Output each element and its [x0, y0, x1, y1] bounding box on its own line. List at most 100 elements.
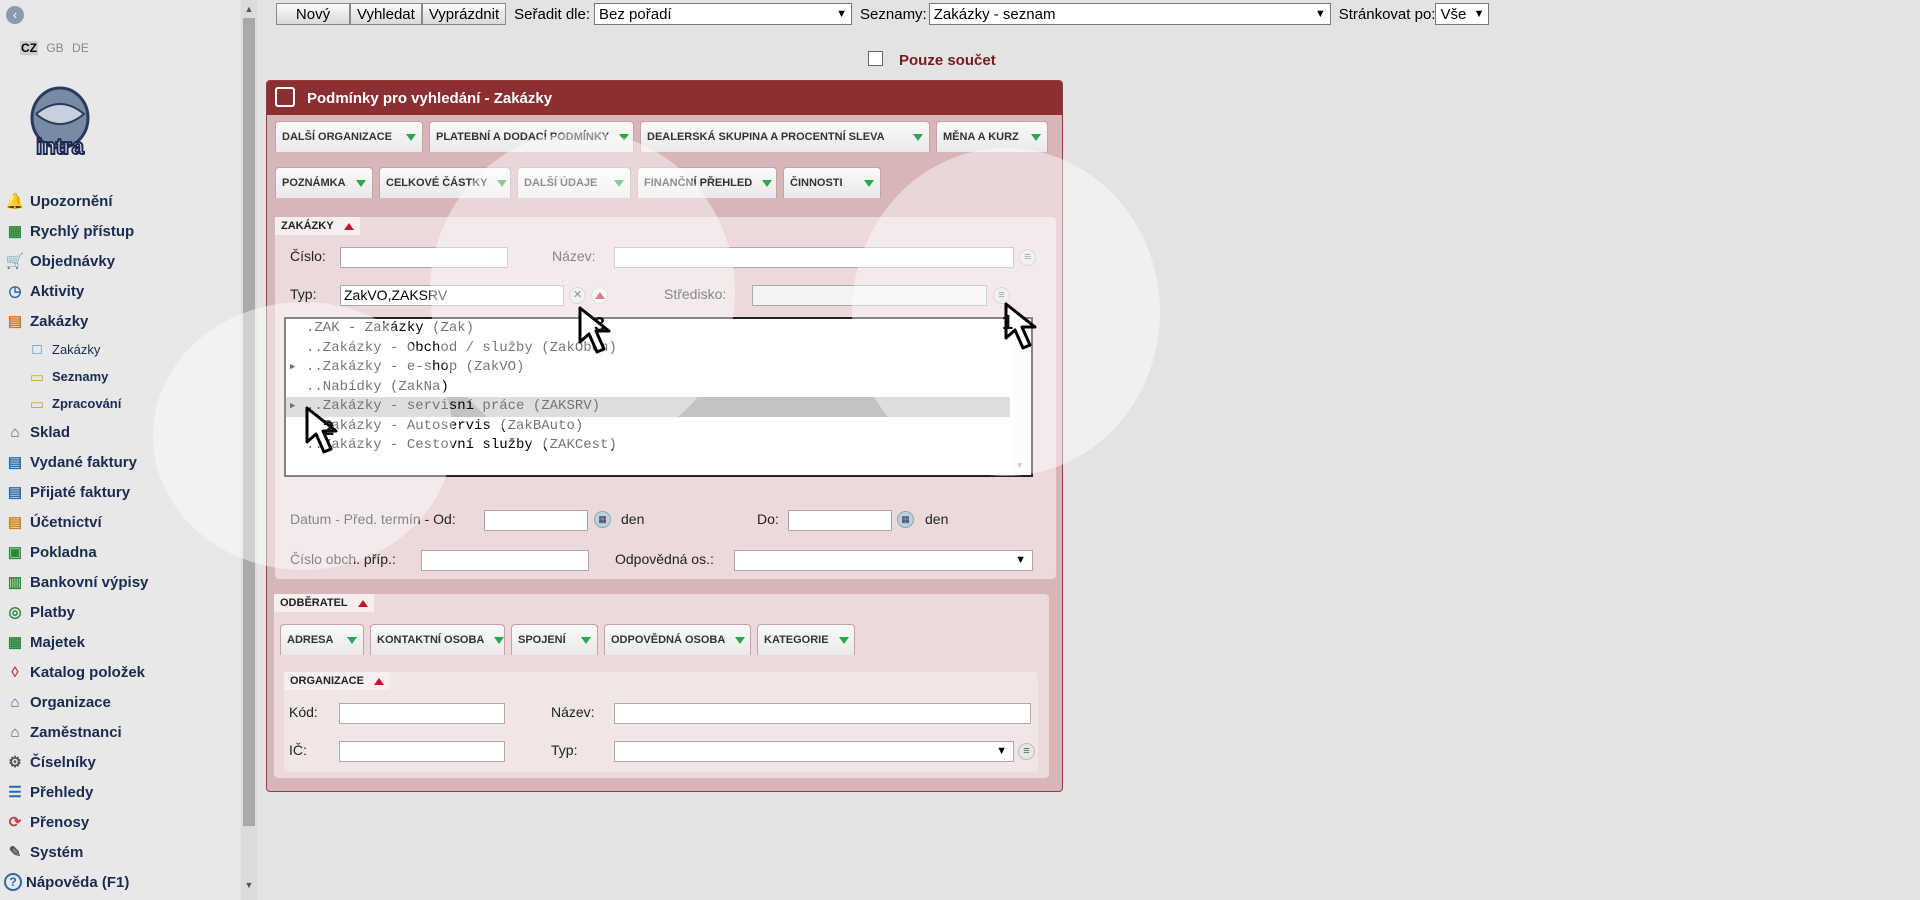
sync-icon: ⟳ — [8, 814, 22, 831]
scroll-down-icon[interactable]: ▼ — [244, 880, 254, 890]
dropdown-triangle-icon — [864, 179, 874, 187]
sidebar-item-label: Číselníky — [30, 753, 96, 771]
tab-tabs1-3[interactable]: MĚNA A KURZ — [936, 121, 1048, 152]
sidebar-item-19[interactable]: ⚙ Číselníky — [4, 747, 240, 777]
tab-tabs2-4[interactable]: ČINNOSTI — [783, 167, 881, 198]
sort-select[interactable]: Bez pořadí ▼ — [594, 3, 853, 25]
tab-label: KONTAKTNÍ OSOBA — [377, 634, 485, 646]
back-arrow-icon[interactable]: ‹ — [6, 6, 24, 24]
sidebar-item-17[interactable]: ⌂ Organizace — [4, 687, 240, 717]
tab-label: SPOJENÍ — [518, 634, 566, 646]
lists-select[interactable]: Zakázky - seznam ▼ — [928, 3, 1331, 25]
panel-header: Podmínky pro vyhledání - Zakázky — [267, 81, 1062, 115]
sidebar-item-21[interactable]: ⟳ Přenosy — [4, 807, 240, 837]
org-typ-select[interactable]: ▼ — [614, 741, 1014, 762]
sidebar-item-12[interactable]: ▣ Pokladna — [4, 537, 240, 567]
tab-label: ČINNOSTI — [790, 177, 843, 189]
sidebar-item-label: Zakázky — [30, 312, 89, 330]
sidebar-item-18[interactable]: ⌂ Zaměstnanci — [4, 717, 240, 747]
odpovedna-select[interactable]: ▼ — [734, 550, 1033, 571]
sidebar-item-0[interactable]: 🔔 Upozornění — [4, 186, 240, 216]
callout-cursor-1: 1 — [1002, 300, 1046, 352]
sidebar-item-13[interactable]: ▥ Bankovní výpisy — [4, 567, 240, 597]
tab-tabs3-0[interactable]: ADRESA — [280, 624, 364, 655]
odpovedna-label: Odpovědná os.: — [615, 551, 714, 567]
sidebar-item-label: Bankovní výpisy — [30, 573, 149, 591]
tab-tabs3-2[interactable]: SPOJENÍ — [511, 624, 598, 655]
cislo-obch-input[interactable] — [421, 550, 589, 571]
lists-value: Zakázky - seznam — [933, 5, 1056, 23]
sidebar-item-23[interactable]: ? Nápověda (F1) — [4, 867, 240, 897]
sidebar-item-1[interactable]: ▦ Rychlý přístup — [4, 216, 240, 246]
paging-select[interactable]: Vše ▼ — [1435, 3, 1490, 25]
tab-label: MĚNA A KURZ — [943, 131, 1019, 143]
toolbar: Nový Vyhledat Vyprázdnit Seřadit dle: Be… — [276, 3, 1490, 25]
sidebar-item-label: Katalog položek — [30, 663, 146, 681]
square-icon: □ — [32, 341, 42, 358]
sidebar-item-label: Přenosy — [30, 813, 90, 831]
menu-lines-icon[interactable]: ≡ — [1018, 743, 1035, 760]
search-panel-icon — [275, 87, 295, 107]
main-navigation: 🔔 Upozornění ▦ Rychlý přístup 🛒 Objednávky ◷ Ak… — [4, 186, 240, 897]
scroll-up-icon[interactable]: ▲ — [244, 4, 254, 14]
dropdown-triangle-icon — [494, 636, 505, 644]
tab-tabs2-0[interactable]: POZNÁMKA — [275, 167, 373, 198]
tab-tabs1-0[interactable]: DALŠÍ ORGANIZACE — [275, 121, 423, 152]
calendar-icon[interactable]: ▦ — [897, 511, 914, 528]
org-nazev-label: Název: — [551, 704, 595, 720]
sidebar-item-22[interactable]: ✎ Systém — [4, 837, 240, 867]
ic-input[interactable] — [339, 741, 505, 762]
datum-to-input[interactable] — [788, 510, 892, 531]
sidebar-item-15[interactable]: ▦ Majetek — [4, 627, 240, 657]
dropdown-triangle-icon — [735, 636, 746, 644]
calendar-icon[interactable]: ▦ — [594, 511, 611, 528]
sum-only-option[interactable]: Pouze součet — [868, 51, 996, 69]
ledger-icon: ▤ — [7, 514, 23, 531]
org-nazev-input[interactable] — [614, 703, 1031, 724]
odberatel-section-header[interactable]: ODBĚRATEL — [274, 594, 374, 612]
chevron-down-icon: ▼ — [996, 745, 1007, 757]
tab-tabs3-3[interactable]: ODPOVĚDNÁ OSOBA — [604, 624, 751, 655]
new-button[interactable]: Nový — [276, 3, 350, 25]
tab-tabs3-4[interactable]: KATEGORIE — [757, 624, 855, 655]
sidebar-item-label: Aktivity — [30, 282, 85, 300]
search-button[interactable]: Vyhledat — [350, 3, 422, 25]
lang-de[interactable]: DE — [72, 41, 89, 55]
lang-gb[interactable]: GB — [46, 41, 63, 55]
invoice-in-icon: ▤ — [7, 484, 23, 501]
tab-label: ADRESA — [287, 634, 334, 646]
zakazky-section-header[interactable]: ZAKÁZKY — [275, 217, 360, 235]
chevron-down-icon: ▼ — [1314, 8, 1326, 20]
tab-tabs1-2[interactable]: DEALERSKÁ SKUPINA A PROCENTNÍ SLEVA — [640, 121, 930, 152]
sort-label: Seřadit dle: — [514, 5, 591, 23]
odberatel-tabs: ADRESA KONTAKTNÍ OSOBA SPOJENÍ ODPOVĚDNÁ OS… — [280, 624, 861, 655]
typ-label: Typ: — [290, 286, 317, 302]
sidebar-item-14[interactable]: ◎ Platby — [4, 597, 240, 627]
clear-button[interactable]: Vyprázdnit — [421, 3, 507, 25]
collapse-up-icon[interactable] — [357, 599, 368, 607]
tab-tabs3-1[interactable]: KONTAKTNÍ OSOBA — [370, 624, 505, 655]
callout-number-3: 3 — [594, 314, 606, 336]
sidebar-item-label: Upozornění — [30, 192, 113, 210]
tab-label: POZNÁMKA — [282, 177, 346, 189]
kod-input[interactable] — [339, 703, 505, 724]
folder-icon: ▭ — [29, 368, 45, 386]
sidebar-item-20[interactable]: ☰ Přehledy — [4, 777, 240, 807]
datum-from-input[interactable] — [484, 510, 588, 531]
collapse-up-icon[interactable] — [343, 222, 354, 230]
collapse-up-icon[interactable] — [373, 677, 384, 685]
dropdown-triangle-icon — [356, 179, 366, 187]
tag-icon: ◊ — [11, 663, 19, 681]
wrench-icon: ✎ — [8, 844, 22, 861]
sum-only-checkbox[interactable] — [868, 51, 883, 66]
sidebar-item-3[interactable]: ◷ Aktivity — [4, 276, 240, 306]
cash-icon: ▣ — [7, 544, 23, 561]
dropdown-triangle-icon — [762, 179, 773, 187]
sidebar-item-2[interactable]: 🛒 Objednávky — [4, 246, 240, 276]
organizace-header[interactable]: ORGANIZACE — [284, 672, 390, 690]
assets-icon: ▦ — [7, 634, 23, 651]
sidebar-item-16[interactable]: ◊ Katalog položek — [4, 657, 240, 687]
sidebar-item-4[interactable]: ▤ Zakázky — [4, 306, 240, 336]
sidebar-item-label: Vydané faktury — [30, 453, 137, 471]
lang-cz[interactable]: CZ — [20, 41, 38, 55]
